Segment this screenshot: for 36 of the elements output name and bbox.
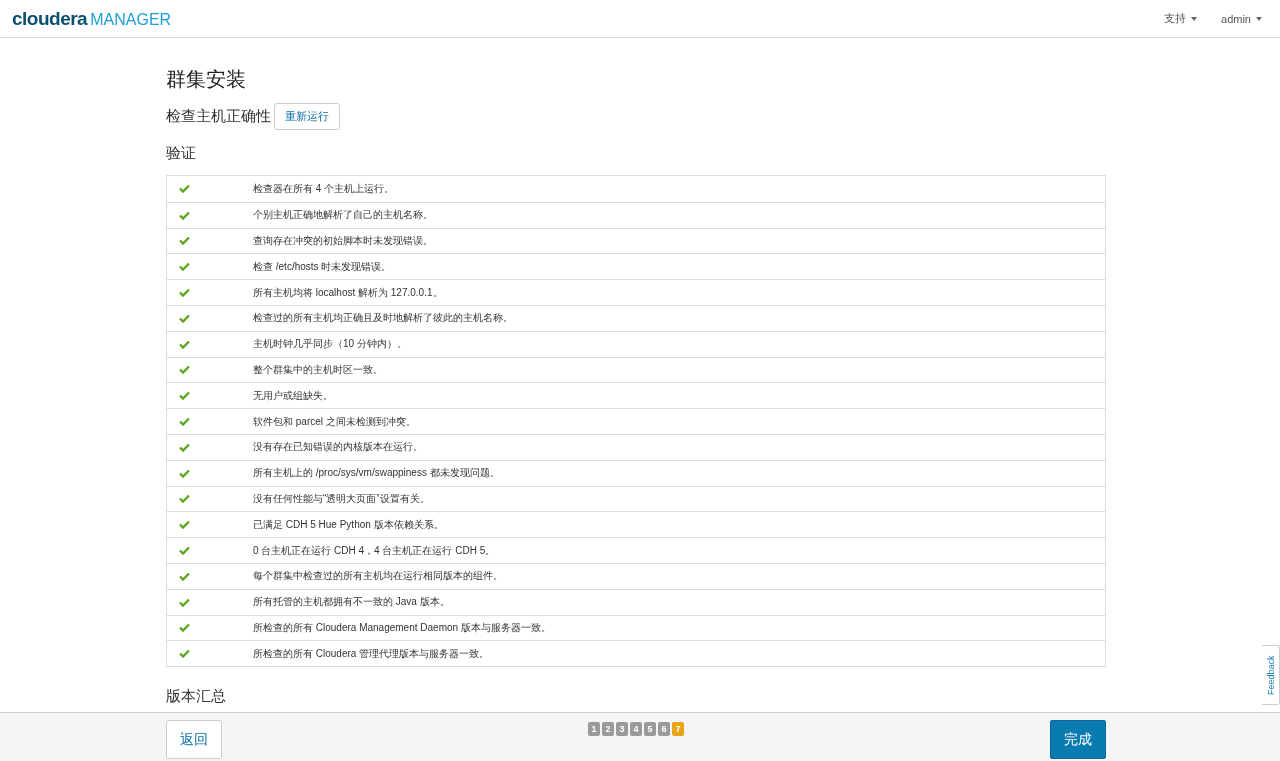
check-text: 所检查的所有 Cloudera 管理代理版本与服务器一致。 [253, 646, 490, 661]
menu-dropdown[interactable]: admin [1221, 11, 1262, 26]
finish-button[interactable]: 完成 [1050, 720, 1106, 759]
check-text: 0 台主机正在运行 CDH 4，4 台主机正在运行 CDH 5。 [253, 543, 496, 558]
check-text: 所有托管的主机都拥有不一致的 Java 版本。 [253, 595, 450, 610]
check-text: 所有主机均将 localhost 解析为 127.0.0.1。 [253, 285, 443, 300]
step-indicator[interactable]: 3 [616, 722, 628, 736]
check-text: 所有主机上的 /proc/sys/vm/swappiness 都未发现问题。 [253, 466, 500, 481]
check-text: 所检查的所有 Cloudera Management Daemon 版本与服务器一致。 [253, 620, 551, 635]
feedback-tab[interactable]: Feedback [1262, 645, 1280, 705]
logo[interactable]: clouderaMANAGER [12, 7, 172, 30]
step-indicator[interactable]: 1 [588, 722, 600, 736]
check-text: 检查过的所有主机均正确且及时地解析了彼此的主机名称。 [253, 311, 513, 326]
check-text: 整个群集中的主机时区一致。 [253, 362, 383, 377]
check-text: 软件包和 parcel 之间未检测到冲突。 [253, 414, 416, 429]
section-title: 验证 [166, 144, 197, 163]
check-text: 已满足 CDH 5 Hue Python 版本依赖关系。 [253, 517, 444, 532]
step-indicator[interactable]: 4 [630, 722, 642, 736]
check-text: 个别主机正确地解析了自己的主机名称。 [253, 208, 433, 223]
step-indicator[interactable]: 2 [602, 722, 614, 736]
check-text: 检查 /etc/hosts 时未发现错误。 [253, 259, 392, 274]
rerun-button[interactable]: 重新运行 [274, 103, 340, 130]
check-text: 没有存在已知错误的内核版本在运行。 [253, 440, 423, 455]
menu-dropdown[interactable]: 支持 [1164, 11, 1198, 26]
step-indicator[interactable]: 6 [658, 722, 670, 736]
section-title: 版本汇总 [166, 687, 227, 707]
check-text: 没有任何性能与“透明大页面”设置有关。 [253, 491, 430, 506]
page-title: 群集安装 [166, 67, 247, 92]
check-text: 无用户或组缺失。 [253, 388, 333, 403]
step-title: 检查主机正确性 [166, 107, 271, 126]
check-text: 每个群集中检查过的所有主机均在运行相同版本的组件。 [253, 569, 503, 584]
step-indicator[interactable]: 5 [644, 722, 656, 736]
check-text: 查询存在冲突的初始脚本时未发现错误。 [253, 234, 433, 248]
check-text: 主机时钟几乎同步（10 分钟内）。 [253, 337, 407, 352]
check-text: 检查器在所有 4 个主机上运行。 [253, 181, 395, 196]
back-button[interactable]: 返回 [166, 720, 222, 759]
